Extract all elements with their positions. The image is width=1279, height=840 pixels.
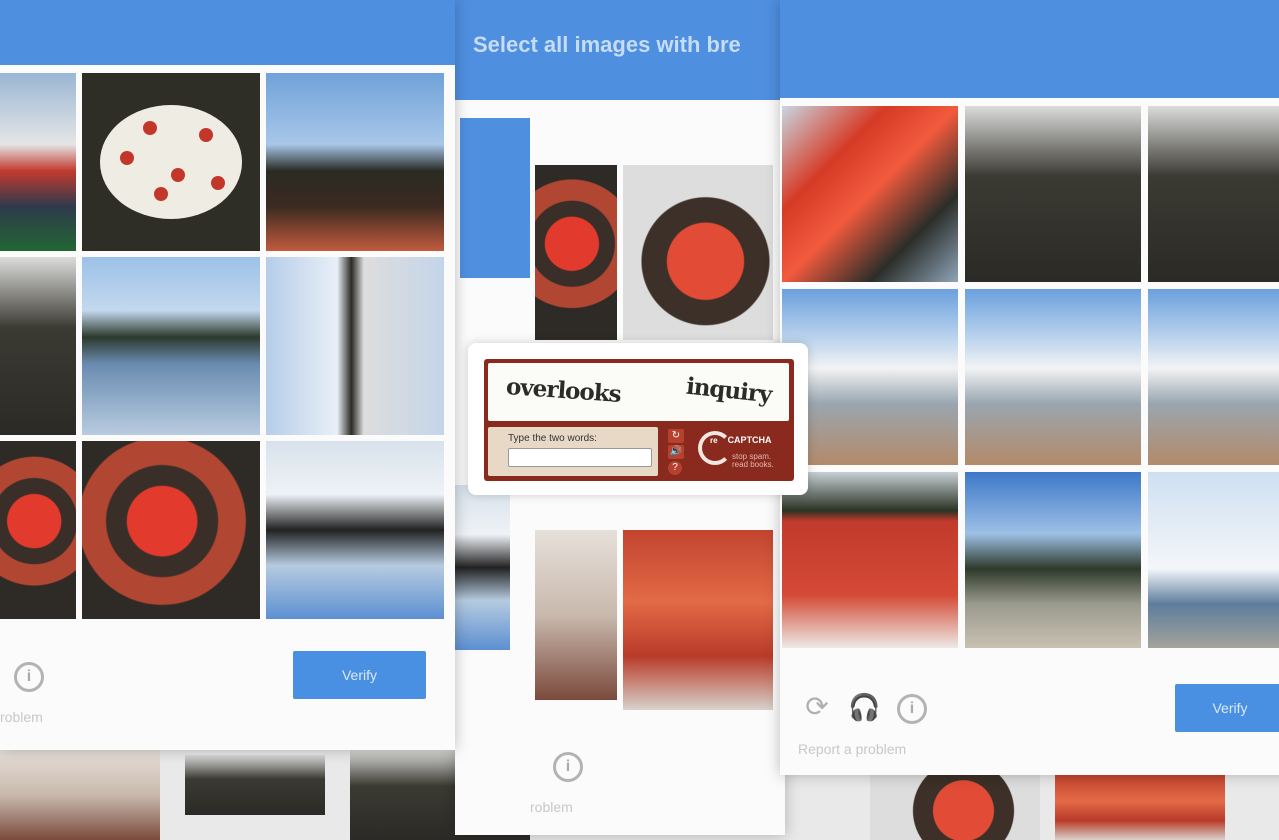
brand-re: re [710,436,718,445]
info-circle-icon[interactable]: i [897,694,927,724]
captcha-answer-input[interactable] [508,448,652,467]
captcha-word: overlooks [505,373,622,408]
image-tile[interactable] [782,472,958,648]
recaptcha-tagline: stop spam. read books. [732,452,774,469]
reload-icon[interactable]: ⟳ [802,692,832,722]
verify-button[interactable]: Verify [293,651,426,699]
image-tile[interactable] [266,257,444,435]
info-circle-icon[interactable]: i [14,662,44,692]
challenge-header [0,0,455,65]
background-tile [185,755,325,815]
challenge-header [460,118,530,278]
image-tile[interactable] [0,73,76,251]
image-tile[interactable] [1148,472,1279,648]
image-tile[interactable] [535,530,617,700]
verify-button[interactable]: Verify [1175,684,1279,732]
captcha-image: overlooks inquiry [488,363,789,421]
image-tile[interactable] [782,106,958,282]
image-tile[interactable] [266,441,444,619]
recaptcha-widget-card: overlooks inquiry Type the two words: ↻ … [468,343,808,495]
help-icon[interactable]: ? [668,461,682,475]
report-problem-link[interactable]: roblem [0,709,43,725]
image-tile[interactable] [82,257,260,435]
image-tile[interactable] [965,472,1141,648]
recaptcha-widget: overlooks inquiry Type the two words: ↻ … [484,359,794,481]
info-circle-icon[interactable]: i [553,752,583,782]
background-tile [0,750,160,840]
image-tile[interactable] [0,441,76,619]
right-captcha-dialog: ⟳ 🎧 i Report a problem Verify [780,0,1279,775]
image-tile[interactable] [782,289,958,465]
image-tile[interactable] [82,441,260,619]
input-label: Type the two words: [508,433,597,444]
image-tile[interactable] [623,530,773,710]
report-problem-link[interactable]: roblem [530,799,573,815]
challenge-title: Select all images with bre [473,32,741,57]
refresh-icon[interactable]: ↻ [668,429,684,443]
left-captcha-dialog: i roblem Verify [0,0,455,750]
captcha-word: inquiry [684,372,773,409]
image-tile[interactable] [965,106,1141,282]
image-tile[interactable] [1148,289,1279,465]
report-problem-link[interactable]: Report a problem [798,741,906,757]
brand-name: CAPTCHA [727,435,772,445]
image-tile[interactable] [535,165,617,340]
image-tile[interactable] [965,289,1141,465]
headphones-icon[interactable]: 🎧 [848,692,880,722]
background-tile [1055,775,1225,840]
image-tile[interactable] [0,257,76,435]
audio-icon[interactable]: 🔊 [668,445,684,459]
captcha-answer-area: Type the two words: [488,427,658,476]
image-tile[interactable] [266,73,444,251]
image-tile[interactable] [455,485,510,650]
background-tile [870,775,1040,840]
challenge-header [780,0,1279,98]
image-tile[interactable] [82,73,260,251]
recaptcha-brand: re CAPTCHA [710,435,772,445]
image-tile[interactable] [1148,106,1279,282]
image-tile[interactable] [623,165,773,340]
